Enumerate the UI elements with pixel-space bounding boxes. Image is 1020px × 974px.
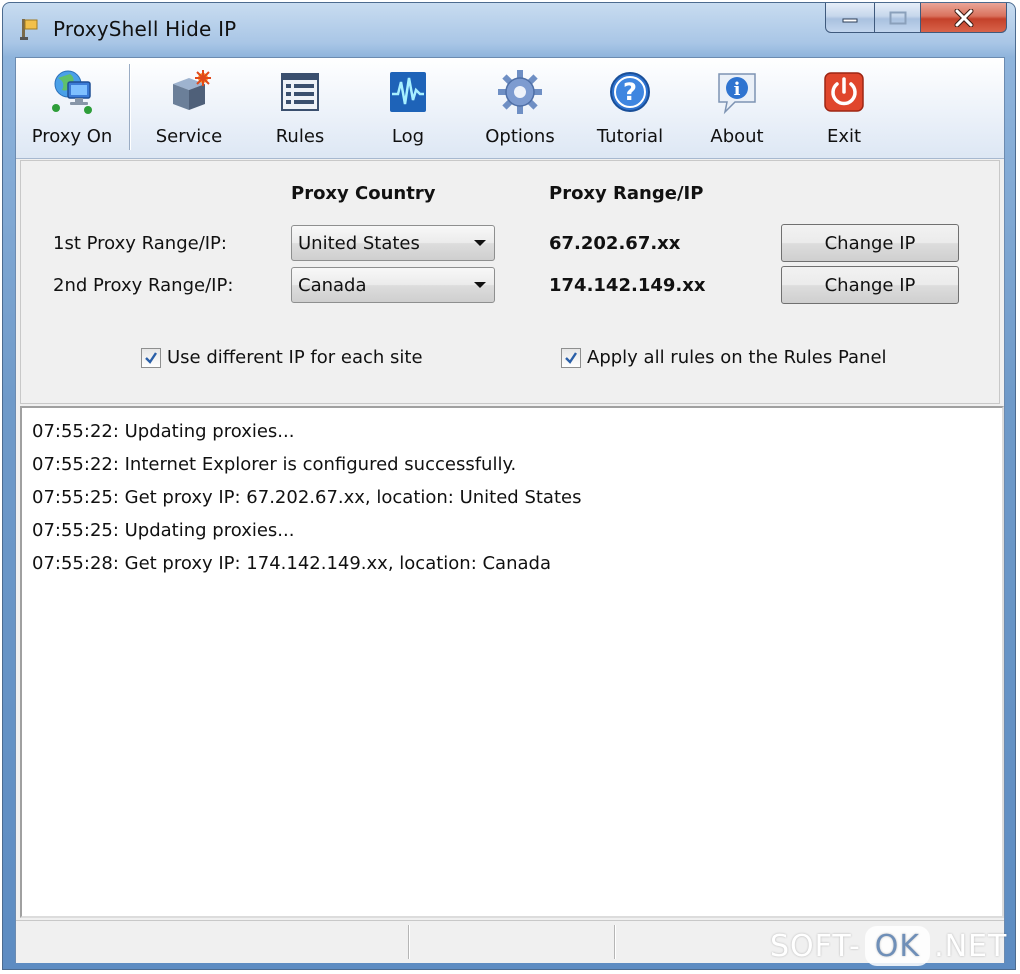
- network-computer-icon: [52, 70, 92, 114]
- first-proxy-country-select[interactable]: United States: [291, 225, 495, 261]
- log-line: 07:55:22: Internet Explorer is configure…: [32, 454, 517, 475]
- info-icon: i: [718, 73, 756, 115]
- log-waveform-icon: [390, 72, 426, 112]
- maximize-button[interactable]: [875, 3, 921, 33]
- rules-list-icon: [281, 73, 319, 111]
- log-line: 07:55:28: Get proxy IP: 174.142.149.xx, …: [32, 553, 551, 574]
- minimize-icon: [842, 18, 858, 22]
- svg-text:i: i: [734, 79, 741, 100]
- checkmark-icon: [565, 351, 577, 364]
- service-label: Service: [155, 126, 223, 147]
- service-box-icon: [173, 70, 211, 110]
- options-label: Options: [485, 126, 555, 147]
- help-question-icon: ?: [610, 72, 650, 112]
- power-icon: [824, 72, 864, 112]
- watermark-middle: OK: [864, 926, 931, 966]
- proxy-settings-panel: Proxy Country Proxy Range/IP 1st Proxy R…: [20, 160, 1000, 404]
- options-button[interactable]: Options: [470, 62, 570, 154]
- second-change-ip-button[interactable]: Change IP: [781, 266, 959, 304]
- watermark-left: SOFT-: [770, 928, 861, 964]
- second-proxy-country-value: Canada: [298, 274, 367, 296]
- app-window: ProxyShell Hide IP Proxy On Service Rule…: [2, 2, 1016, 970]
- toolbar: Proxy On Service Rules Log Options ? Tut…: [16, 58, 1004, 159]
- window-title: ProxyShell Hide IP: [53, 17, 237, 41]
- toolbar-separator: [129, 64, 130, 150]
- svg-text:?: ?: [623, 78, 637, 106]
- chevron-down-icon: [466, 239, 494, 247]
- title-bar[interactable]: ProxyShell Hide IP: [3, 3, 1015, 53]
- tutorial-label: Tutorial: [596, 126, 664, 147]
- first-proxy-country-value: United States: [298, 232, 420, 254]
- checkmark-icon: [145, 351, 157, 364]
- apply-rules-label: Apply all rules on the Rules Panel: [587, 347, 887, 368]
- service-button[interactable]: Service: [144, 62, 234, 154]
- rules-button[interactable]: Rules: [256, 62, 344, 154]
- about-label: About: [710, 126, 764, 147]
- second-proxy-country-select[interactable]: Canada: [291, 267, 495, 303]
- use-different-ip-label: Use different IP for each site: [167, 347, 423, 368]
- proxy-on-label: Proxy On: [31, 126, 113, 147]
- status-separator: [408, 925, 409, 959]
- status-separator: [614, 925, 615, 959]
- chevron-down-icon: [466, 281, 494, 289]
- app-flag-icon: [20, 19, 38, 40]
- checkbox-box[interactable]: [141, 347, 161, 368]
- exit-label: Exit: [826, 126, 862, 147]
- log-label: Log: [391, 126, 425, 147]
- rules-label: Rules: [275, 126, 325, 147]
- first-proxy-label: 1st Proxy Range/IP:: [53, 233, 227, 254]
- second-proxy-ip: 174.142.149.xx: [549, 275, 706, 296]
- first-proxy-ip: 67.202.67.xx: [549, 233, 681, 254]
- second-proxy-label: 2nd Proxy Range/IP:: [53, 275, 234, 296]
- apply-rules-checkbox[interactable]: Apply all rules on the Rules Panel: [561, 347, 887, 368]
- proxy-country-header: Proxy Country: [291, 183, 436, 204]
- first-change-ip-button[interactable]: Change IP: [781, 224, 959, 262]
- log-panel[interactable]: 07:55:22: Updating proxies... 07:55:22: …: [20, 406, 1004, 918]
- log-line: 07:55:25: Updating proxies...: [32, 520, 295, 541]
- proxy-range-header: Proxy Range/IP: [549, 183, 704, 204]
- log-line: 07:55:22: Updating proxies...: [32, 421, 295, 442]
- watermark-right: .NET: [934, 928, 1008, 964]
- client-area: Proxy On Service Rules Log Options ? Tut…: [15, 57, 1005, 963]
- proxy-on-button[interactable]: Proxy On: [20, 62, 124, 154]
- gear-icon: [498, 70, 542, 114]
- log-line: 07:55:25: Get proxy IP: 67.202.67.xx, lo…: [32, 487, 582, 508]
- watermark: SOFT- OK .NET: [770, 924, 1007, 968]
- log-button[interactable]: Log: [364, 62, 452, 154]
- about-button[interactable]: i About: [690, 62, 784, 154]
- close-button[interactable]: [921, 3, 1007, 33]
- tutorial-button[interactable]: ? Tutorial: [580, 62, 680, 154]
- use-different-ip-checkbox[interactable]: Use different IP for each site: [141, 347, 423, 368]
- maximize-icon: [889, 11, 906, 24]
- minimize-button[interactable]: [825, 3, 875, 33]
- checkbox-box[interactable]: [561, 347, 581, 368]
- caption-buttons: [825, 3, 1007, 35]
- exit-button[interactable]: Exit: [802, 62, 886, 154]
- close-icon: [954, 8, 973, 27]
